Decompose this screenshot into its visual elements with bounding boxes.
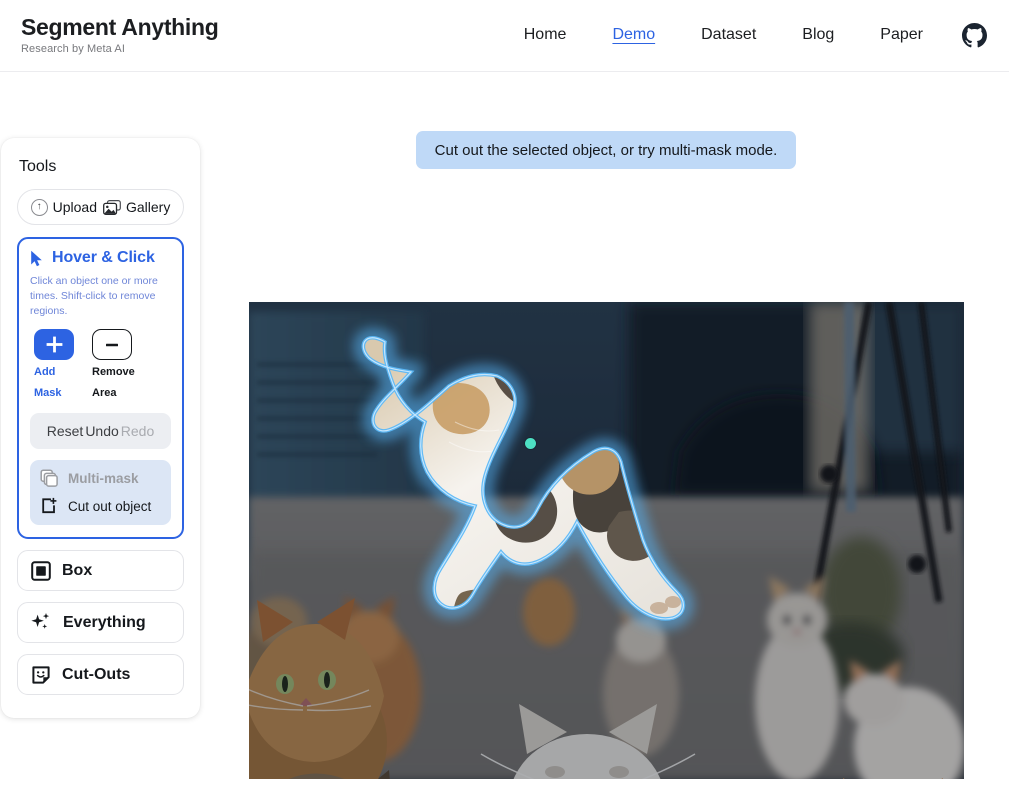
github-icon[interactable] — [962, 22, 987, 48]
tool-button-cut-outs[interactable]: Cut-Outs — [17, 654, 184, 695]
brand[interactable]: Segment Anything Research by Meta AI — [21, 14, 219, 56]
cursor-pointer-icon — [30, 250, 44, 267]
upload-label: Upload — [52, 199, 97, 215]
history-controls: Reset Undo Redo — [30, 413, 171, 449]
nav-item-blog[interactable]: Blog — [779, 22, 857, 48]
add-mask-label-line2: Mask — [34, 387, 62, 399]
hover-and-click-header: Hover & Click — [30, 249, 171, 267]
tool-button-everything[interactable]: Everything — [17, 602, 184, 643]
cut-out-icon — [40, 497, 59, 516]
minus-icon — [92, 329, 132, 360]
tools-panel-title: Tools — [19, 158, 57, 175]
box-select-icon — [31, 560, 51, 581]
add-mask-button[interactable]: Add Mask — [34, 329, 80, 402]
tools-panel: Tools ↑ Upload Gallery Hover & Click Cli… — [1, 138, 200, 718]
remove-area-label-line2: Area — [92, 387, 117, 399]
nav-item-demo[interactable]: Demo — [589, 22, 678, 48]
tool-button-box[interactable]: Box — [17, 550, 184, 591]
main-navigation: Home Demo Dataset Blog Paper — [501, 22, 991, 48]
mask-mode-row: Add Mask Remove Area — [30, 329, 171, 402]
gallery-label: Gallery — [126, 199, 171, 215]
nav-item-home[interactable]: Home — [501, 22, 590, 48]
remove-area-label-line1: Remove — [92, 366, 135, 378]
tool-label-everything: Everything — [63, 613, 146, 631]
cut-out-object-button[interactable]: Cut out object — [40, 497, 151, 516]
multi-mask-button[interactable]: Multi-mask — [40, 469, 139, 488]
gallery-button[interactable]: Gallery — [100, 199, 173, 215]
remove-area-button[interactable]: Remove Area — [92, 329, 138, 402]
hover-and-click-card[interactable]: Hover & Click Click an object one or mor… — [17, 237, 184, 539]
nav-item-dataset[interactable]: Dataset — [678, 22, 779, 48]
hint-banner: Cut out the selected object, or try mult… — [416, 131, 796, 169]
redo-button[interactable]: Redo — [120, 423, 155, 439]
sparkles-icon — [31, 612, 52, 633]
hover-and-click-title: Hover & Click — [52, 249, 155, 266]
multi-mask-label: Multi-mask — [68, 471, 139, 486]
cut-outs-sticker-icon — [31, 665, 51, 685]
cut-out-object-label: Cut out object — [68, 499, 152, 514]
segmentation-photo — [249, 302, 964, 779]
brand-subtitle: Research by Meta AI — [21, 43, 126, 55]
nav-item-paper[interactable]: Paper — [857, 22, 946, 48]
upload-button[interactable]: ↑ Upload — [28, 198, 100, 216]
undo-button[interactable]: Undo — [84, 423, 119, 439]
upload-arrow-icon: ↑ — [30, 198, 48, 216]
upload-gallery-row: ↑ Upload Gallery — [17, 189, 184, 225]
reset-button[interactable]: Reset — [46, 423, 85, 439]
image-canvas[interactable] — [249, 302, 964, 779]
plus-icon — [34, 329, 74, 360]
site-header: Segment Anything Research by Meta AI Hom… — [0, 0, 1009, 72]
tool-label-cut-outs: Cut-Outs — [62, 665, 131, 683]
mask-actions: Multi-mask Cut out object — [30, 460, 171, 525]
add-mask-label-line1: Add — [34, 366, 56, 378]
click-point-marker — [525, 438, 536, 449]
brand-title: Segment Anything — [21, 14, 219, 40]
hover-and-click-description: Click an object one or more times. Shift… — [30, 275, 158, 317]
layers-icon — [40, 469, 59, 488]
gallery-image-icon — [103, 199, 121, 215]
tool-label-box: Box — [62, 561, 93, 579]
